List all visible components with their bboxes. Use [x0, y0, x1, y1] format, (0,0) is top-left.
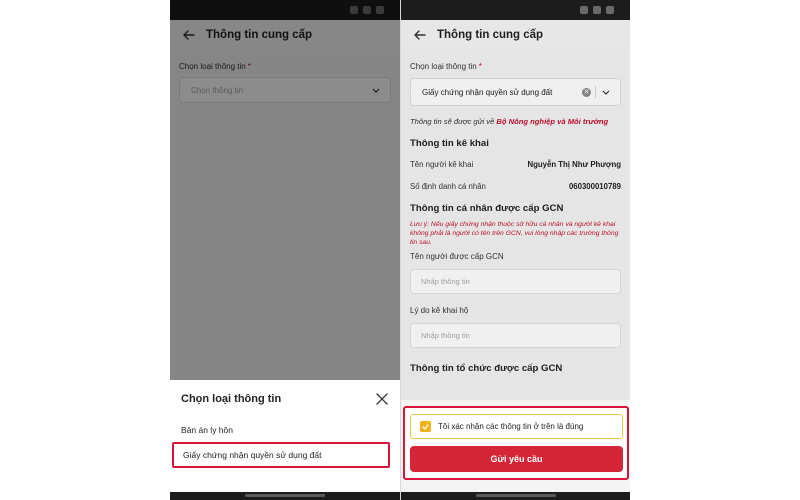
gcn-section-title: Thông tin cá nhân được cấp GCN [410, 203, 564, 214]
info-type-label: Chọn loại thông tin * [410, 62, 482, 71]
home-indicator [245, 494, 325, 497]
close-icon[interactable] [375, 392, 389, 406]
gcn-name-label: Tên người được cấp GCN [410, 252, 504, 261]
personal-id-value: 060300010789 [568, 182, 621, 191]
declarant-name-row: Tên người kê khai Nguyễn Thị Như Phượng [410, 160, 621, 169]
app-bar: Thông tin cung cấp [401, 20, 630, 50]
gcn-name-input[interactable]: Nhập thông tin [410, 269, 621, 294]
declarant-name-label: Tên người kê khai [410, 160, 474, 169]
back-arrow-icon[interactable] [411, 26, 429, 44]
status-bar [401, 0, 630, 20]
chevron-down-icon[interactable] [600, 86, 612, 98]
bottom-sheet: Chọn loại thông tin Bản án ly hôn Giấy c… [170, 380, 400, 492]
home-indicator [476, 494, 556, 497]
confirm-label: Tôi xác nhận các thông tin ở trên là đún… [438, 422, 584, 431]
checkbox-checked-icon[interactable] [420, 421, 431, 432]
left-phone-screen: Thông tin cung cấp Chọn loại thông tin * … [170, 0, 400, 500]
personal-id-row: Số định danh cá nhân 060300010789 [410, 182, 621, 191]
gcn-warning-note: Lưu ý: Nếu giấy chứng nhận thuộc sở hữu … [410, 221, 619, 246]
page-title: Thông tin cung cấp [437, 29, 544, 41]
sheet-header: Chọn loại thông tin [170, 380, 400, 418]
sheet-item-land-use-certificate[interactable]: Giấy chứng nhận quyền sử dụng đất [172, 442, 390, 468]
declarant-name-value: Nguyễn Thị Như Phượng [527, 160, 622, 169]
info-type-select[interactable]: Giấy chứng nhận quyền sử dụng đất ✕ [410, 78, 621, 106]
required-mark: * [478, 62, 482, 71]
declarant-section-title: Thông tin kê khai [410, 138, 489, 149]
divider [595, 86, 596, 98]
sheet-title: Chọn loại thông tin [181, 393, 282, 405]
selected-value: Giấy chứng nhận quyền sử dụng đất [422, 87, 553, 97]
reason-input[interactable]: Nhập thông tin [410, 323, 621, 348]
status-icons [580, 6, 614, 14]
submit-request-button[interactable]: Gửi yêu cầu [410, 446, 623, 472]
send-destination-note: Thông tin sẽ được gửi về Bộ Nông nghiệp … [410, 117, 609, 126]
org-section-title: Thông tin tổ chức được cấp GCN [410, 363, 563, 374]
reason-label: Lý do kê khai hộ [410, 306, 469, 315]
personal-id-label: Số định danh cá nhân [410, 182, 486, 191]
right-phone-screen: Thông tin cung cấp Chọn loại thông tin * … [400, 0, 630, 500]
nav-bar [401, 492, 630, 500]
clear-icon[interactable]: ✕ [582, 87, 591, 97]
nav-bar [170, 492, 400, 500]
confirm-checkbox-row[interactable]: Tôi xác nhận các thông tin ở trên là đún… [410, 414, 623, 439]
destination-org: Bộ Nông nghiệp và Môi trường [496, 117, 609, 126]
submit-footer: Tôi xác nhận các thông tin ở trên là đún… [403, 406, 629, 480]
sheet-item-divorce-judgment[interactable]: Bản án ly hôn [170, 418, 400, 442]
